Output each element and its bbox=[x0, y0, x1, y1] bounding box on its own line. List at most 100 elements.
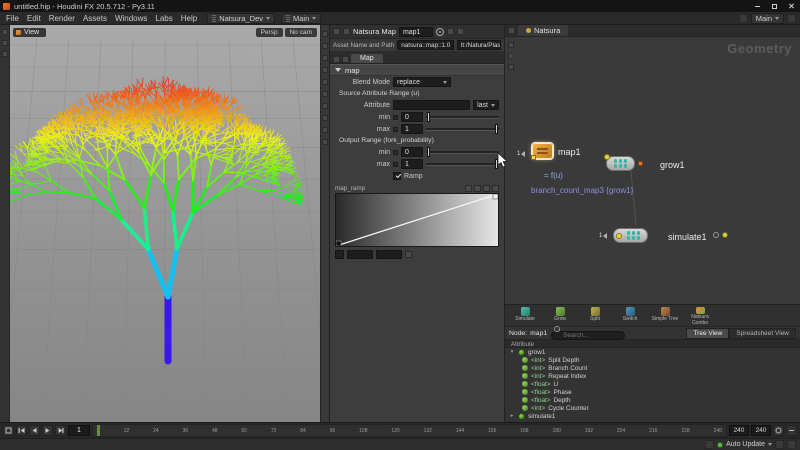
shade-tool-icon[interactable] bbox=[322, 115, 328, 121]
loop-mode-button[interactable] bbox=[773, 425, 784, 436]
section-map[interactable]: map bbox=[330, 64, 504, 76]
snap-tool-icon[interactable] bbox=[322, 79, 328, 85]
auto-update-dropdown[interactable]: Auto Update bbox=[726, 441, 765, 448]
attribute-row[interactable]: <int> Repeat Index bbox=[505, 372, 800, 380]
output-max-field[interactable]: 1 bbox=[401, 159, 423, 169]
desktop-selector[interactable]: Natsura_Dev bbox=[207, 12, 275, 24]
menu-render[interactable]: Render bbox=[45, 14, 79, 23]
channel-icon[interactable] bbox=[393, 114, 398, 120]
view-tab[interactable]: View bbox=[13, 28, 47, 37]
menu-assets[interactable]: Assets bbox=[79, 14, 111, 23]
playbar-options-button[interactable] bbox=[786, 425, 797, 436]
menu-labs[interactable]: Labs bbox=[151, 14, 176, 23]
network-tab-natsura[interactable]: Natsura bbox=[518, 25, 569, 36]
tool-grow[interactable]: Grow bbox=[544, 306, 576, 326]
source-min-field[interactable]: 0 bbox=[401, 112, 423, 122]
slider-handle[interactable] bbox=[495, 159, 498, 169]
attribute-row[interactable]: <int> Branch Count bbox=[505, 364, 800, 372]
end-frame-field[interactable]: 240 bbox=[729, 425, 749, 436]
network-tool-icon[interactable] bbox=[507, 64, 514, 70]
network-tool-icon[interactable] bbox=[507, 53, 514, 59]
tab-spreadsheet-view[interactable]: Spreadsheet View bbox=[729, 327, 796, 339]
source-max-slider[interactable] bbox=[426, 124, 499, 134]
scale-tool-icon[interactable] bbox=[322, 67, 328, 73]
tool-simple-tree[interactable]: Simple Tree bbox=[649, 306, 681, 326]
expander-icon[interactable]: ▾ bbox=[509, 349, 515, 355]
playhead[interactable] bbox=[97, 425, 100, 436]
list-icon[interactable] bbox=[333, 56, 340, 63]
network-menu-icon[interactable] bbox=[508, 27, 515, 34]
camera-tool-icon[interactable] bbox=[322, 127, 328, 133]
layout-icon[interactable] bbox=[738, 13, 748, 23]
gear-icon[interactable] bbox=[435, 27, 444, 36]
display-tool-icon[interactable] bbox=[322, 103, 328, 109]
attribute-mode-dropdown[interactable]: last bbox=[473, 100, 499, 110]
tree-row-grow1[interactable]: ▾ grow1 bbox=[505, 348, 800, 356]
attribute-row[interactable]: <float> U bbox=[505, 380, 800, 388]
ramp-editor[interactable] bbox=[335, 193, 499, 247]
play-button[interactable] bbox=[42, 425, 53, 436]
panel-tab-icon[interactable] bbox=[1, 40, 8, 46]
tool-split[interactable]: Split bbox=[579, 306, 611, 326]
node-grow1[interactable] bbox=[604, 154, 643, 171]
current-frame-field[interactable]: 1 bbox=[68, 425, 90, 436]
menu-windows[interactable]: Windows bbox=[111, 14, 151, 23]
ramp-value-field[interactable] bbox=[376, 249, 402, 259]
network-tool-icon[interactable] bbox=[507, 42, 514, 48]
node-name-field[interactable]: map1 bbox=[398, 26, 433, 37]
lock-icon[interactable] bbox=[446, 28, 454, 35]
source-min-slider[interactable] bbox=[426, 112, 499, 122]
message-log-icon[interactable] bbox=[775, 440, 784, 449]
asset-name-dropdown[interactable]: natsura::map::1.0 bbox=[397, 40, 454, 50]
ramp-position-field[interactable] bbox=[347, 249, 373, 259]
jump-start-button[interactable] bbox=[16, 425, 27, 436]
no-cam-button[interactable]: No cam bbox=[284, 28, 317, 37]
grid-tool-icon[interactable] bbox=[322, 91, 328, 97]
channel-icon[interactable] bbox=[393, 161, 398, 167]
pin-icon[interactable] bbox=[343, 28, 350, 35]
back-arrow-icon[interactable] bbox=[333, 28, 340, 35]
attribute-row[interactable]: <int> Split Depth bbox=[505, 356, 800, 364]
filter-icon[interactable] bbox=[342, 56, 349, 63]
search-input[interactable] bbox=[551, 331, 626, 340]
node-bypass-ring[interactable] bbox=[713, 232, 719, 238]
attribute-row[interactable]: <float> Phase bbox=[505, 388, 800, 396]
pane-selector-right[interactable]: Main bbox=[750, 12, 784, 24]
slider-handle[interactable] bbox=[427, 112, 430, 122]
channel-icon[interactable] bbox=[393, 149, 398, 155]
select-tool-icon[interactable] bbox=[322, 31, 328, 37]
anim-options-button[interactable] bbox=[3, 425, 14, 436]
interp-dropdown-icon[interactable] bbox=[405, 250, 412, 258]
network-editor[interactable]: Natsura Geometry 1 map1 = f(u) branch_co bbox=[505, 25, 800, 305]
panel-tab-icon[interactable] bbox=[1, 29, 8, 35]
node-simulate1[interactable] bbox=[613, 228, 648, 243]
attribute-row[interactable]: <float> Depth bbox=[505, 396, 800, 404]
prev-frame-button[interactable] bbox=[29, 425, 40, 436]
tab-tree-view[interactable]: Tree View bbox=[686, 327, 730, 339]
minimize-button[interactable] bbox=[749, 0, 766, 12]
asset-path-dropdown[interactable]: lt:/Natura/Plastic/on:/bod bbox=[457, 40, 501, 50]
rotate-tool-icon[interactable] bbox=[322, 55, 328, 61]
blend-mode-dropdown[interactable]: replace bbox=[393, 77, 451, 87]
menu-file[interactable]: File bbox=[2, 14, 23, 23]
node-display-ring[interactable] bbox=[722, 232, 728, 238]
pin-icon[interactable] bbox=[787, 13, 796, 23]
expander-icon[interactable]: ▸ bbox=[509, 413, 515, 419]
options-tool-icon[interactable] bbox=[322, 139, 328, 145]
persp-button[interactable]: Persp bbox=[255, 28, 283, 37]
panel-tab-icon[interactable] bbox=[1, 51, 8, 57]
output-min-field[interactable]: 0 bbox=[401, 147, 423, 157]
slider-handle[interactable] bbox=[495, 124, 498, 134]
grid-icon[interactable] bbox=[492, 184, 499, 192]
flip-icon[interactable] bbox=[474, 184, 481, 192]
pane-selector-left[interactable]: Main bbox=[281, 12, 322, 24]
curve-preset-icon[interactable] bbox=[465, 184, 472, 192]
range-end-field[interactable]: 240 bbox=[751, 425, 771, 436]
tool-switch[interactable]: Switch bbox=[614, 306, 646, 326]
tree-row-simulate1[interactable]: ▸ simulate1 bbox=[505, 412, 800, 420]
output-max-slider[interactable] bbox=[426, 159, 499, 169]
next-frame-button[interactable] bbox=[55, 425, 66, 436]
maximize-button[interactable] bbox=[766, 0, 783, 12]
node-map1[interactable] bbox=[531, 143, 553, 160]
menu-help[interactable]: Help bbox=[177, 14, 201, 23]
